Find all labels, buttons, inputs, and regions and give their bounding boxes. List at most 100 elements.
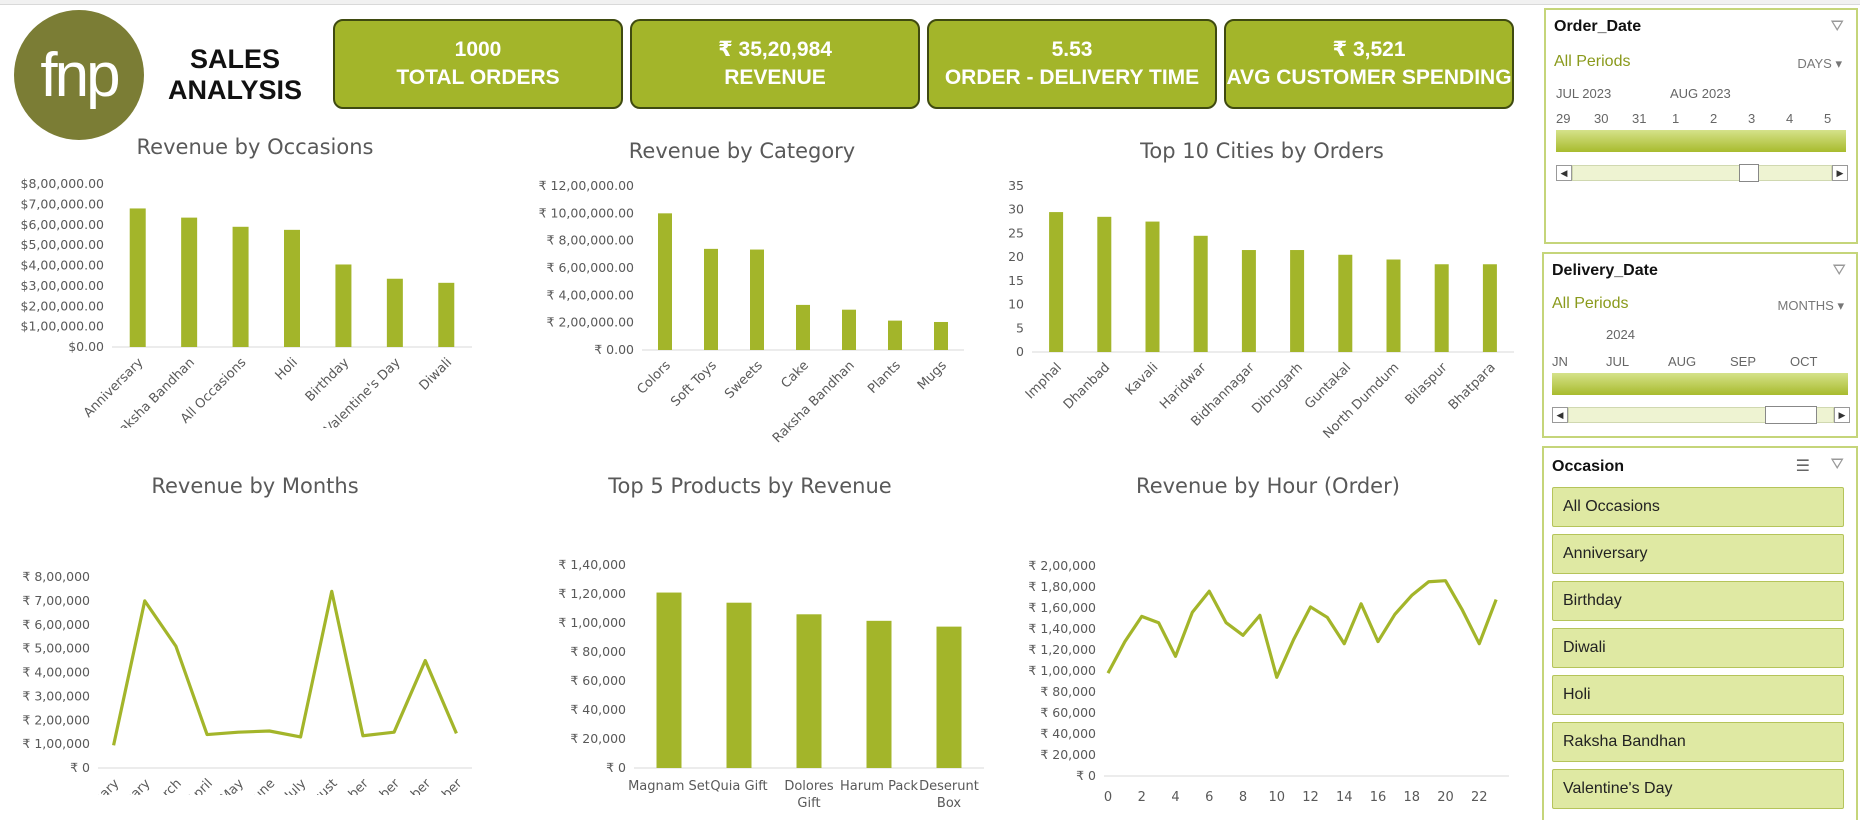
bar: [1193, 235, 1208, 352]
kpi-value: 1000: [454, 38, 502, 61]
x-tick-label: Colors: [634, 358, 674, 398]
timeline-selection-bar[interactable]: [1552, 373, 1848, 395]
y-tick-label: ₹ 40,000: [1040, 726, 1096, 741]
x-tick-label: Dhanbad: [1061, 360, 1113, 412]
clear-filter-icon[interactable]: ⛛: [1831, 456, 1844, 474]
kpi-revenue: ₹ 35,20,984 REVENUE: [630, 19, 920, 109]
occasion-item[interactable]: Diwali: [1552, 628, 1844, 668]
x-tick-label: 6: [1205, 790, 1213, 805]
day-label: 29: [1556, 111, 1571, 126]
y-tick-label: ₹ 5,00,000: [22, 641, 90, 656]
y-tick-label: ₹ 12,00,000.00: [539, 178, 634, 193]
x-tick-label: Imphal: [1023, 360, 1065, 402]
y-tick-label: ₹ 1,20,000: [558, 586, 626, 601]
x-tick-label: May: [217, 776, 247, 795]
clear-filter-icon[interactable]: ⛛: [1833, 262, 1846, 280]
year-label: 2024: [1606, 327, 1635, 342]
scroll-thumb[interactable]: [1739, 164, 1759, 182]
y-tick-label: ₹ 20,000: [570, 731, 626, 746]
bar: [335, 264, 352, 347]
occasion-item[interactable]: Raksha Bandhan: [1552, 722, 1844, 762]
x-tick-label: Diwali: [417, 355, 456, 394]
timeline-selection-bar[interactable]: [1556, 130, 1846, 152]
x-tick-label: 4: [1171, 790, 1179, 805]
bar: [1290, 250, 1305, 352]
time-level-dropdown[interactable]: MONTHS ▾: [1778, 298, 1845, 314]
y-tick-label: ₹ 2,00,000.00: [547, 315, 635, 330]
kpi-value: 5.53: [1051, 38, 1093, 61]
all-periods-label: All Periods: [1554, 53, 1631, 70]
timeline-scrollbar[interactable]: [1572, 164, 1832, 182]
clear-filter-icon[interactable]: ⛛: [1831, 18, 1844, 36]
x-tick-label: Bhatpara: [1446, 360, 1499, 413]
order-date-title: Order_Date: [1554, 18, 1642, 35]
bar: [656, 592, 682, 768]
title-line-2: ANALYSIS: [167, 75, 303, 105]
y-tick-label: 30: [1008, 202, 1024, 217]
bar: [1097, 216, 1112, 352]
month-label: AUG: [1668, 354, 1697, 369]
y-tick-label: $5,00,000.00: [21, 237, 105, 252]
chevron-down-icon: ▾: [1835, 56, 1842, 71]
y-tick-label: ₹ 1,60,000: [1028, 600, 1096, 615]
chart-title: Revenue by Category: [629, 139, 856, 163]
occasion-item[interactable]: Birthday: [1552, 581, 1844, 621]
day-label: 30: [1594, 111, 1609, 126]
day-label: 5: [1824, 111, 1832, 126]
y-tick-label: ₹ 4,00,000: [22, 665, 90, 680]
y-tick-label: ₹ 1,80,000: [1028, 579, 1096, 594]
x-tick-label: July: [282, 776, 310, 795]
y-tick-label: ₹ 10,00,000.00: [539, 205, 634, 220]
y-tick-label: ₹ 8,00,000: [22, 569, 90, 584]
scroll-right-icon[interactable]: ▶: [1834, 407, 1850, 423]
occasion-title: Occasion: [1552, 458, 1625, 475]
chart-revenue-by-hour: Revenue by Hour (Order) ₹ 0 ₹ 20,000 ₹ 40,0…: [990, 465, 1530, 820]
month-label: JUL 2023: [1556, 86, 1612, 101]
kpi-value: ₹ 3,521: [1332, 38, 1406, 61]
y-tick-label: ₹ 1,40,000: [558, 557, 626, 572]
x-tick-label: Kavali: [1123, 360, 1161, 398]
x-tick-label: April: [184, 776, 216, 795]
time-level-dropdown[interactable]: DAYS ▾: [1797, 56, 1842, 72]
scroll-thumb[interactable]: [1765, 406, 1817, 424]
scroll-left-icon[interactable]: ◀: [1552, 407, 1568, 423]
x-tick-label: Harum Pack: [840, 779, 918, 794]
occasion-item[interactable]: Anniversary: [1552, 534, 1844, 574]
kpi-label: ORDER - DELIVERY TIME: [944, 66, 1200, 89]
month-label: JN: [1552, 354, 1568, 369]
x-tick-label: Raksha Bandhan: [770, 358, 858, 446]
x-tick-label: 22: [1471, 790, 1488, 805]
bar: [726, 602, 752, 768]
bar: [1338, 254, 1353, 352]
day-label: 3: [1748, 111, 1756, 126]
occasion-item[interactable]: All Occasions: [1552, 487, 1844, 527]
month-label: AUG 2023: [1670, 86, 1731, 101]
x-tick-label: 14: [1336, 790, 1353, 805]
y-tick-label: $2,00,000.00: [21, 298, 105, 313]
y-tick-label: ₹ 2,00,000: [22, 712, 90, 727]
chart-revenue-by-occasions: Revenue by Occasions $0.00 $1,00,000.00 $2,…: [0, 128, 500, 428]
sheet-grid-edge: [0, 0, 1860, 5]
bar: [936, 626, 962, 768]
multi-select-icon[interactable]: ☰: [1796, 456, 1810, 476]
x-tick-label: Mugs: [915, 358, 950, 393]
chart-title: Top 5 Products by Revenue: [607, 474, 891, 498]
y-tick-label: ₹ 1,00,000: [22, 736, 90, 751]
occasion-slicer[interactable]: Occasion ☰ ⛛ All Occasions Anniversary B…: [1542, 446, 1858, 820]
delivery-date-timeline[interactable]: Delivery_Date ⛛ All Periods MONTHS ▾ 202…: [1542, 252, 1858, 438]
y-tick-label: ₹ 60,000: [570, 673, 626, 688]
occasion-item[interactable]: Valentine's Day: [1552, 769, 1844, 809]
scroll-right-icon[interactable]: ▶: [1832, 165, 1848, 181]
fnp-logo: fnp: [14, 10, 144, 140]
occasion-item[interactable]: Holi: [1552, 675, 1844, 715]
x-tick-label: 12: [1302, 790, 1319, 805]
order-date-timeline[interactable]: Order_Date ⛛ All Periods DAYS ▾ JUL 2023…: [1544, 8, 1858, 244]
y-tick-label: 5: [1016, 320, 1024, 335]
timeline-scrollbar[interactable]: [1568, 406, 1834, 424]
chart-top-cities: Top 10 Cities by Orders 0 5 10 15 20 25 30 35 Imp…: [990, 128, 1530, 438]
bar: [658, 213, 672, 350]
y-tick-label: 15: [1008, 273, 1024, 288]
x-tick-label: Soft Toys: [668, 358, 720, 410]
scroll-left-icon[interactable]: ◀: [1556, 165, 1572, 181]
chart-top-products: Top 5 Products by Revenue ₹ 0 ₹ 20,000 ₹ 40…: [500, 465, 990, 820]
